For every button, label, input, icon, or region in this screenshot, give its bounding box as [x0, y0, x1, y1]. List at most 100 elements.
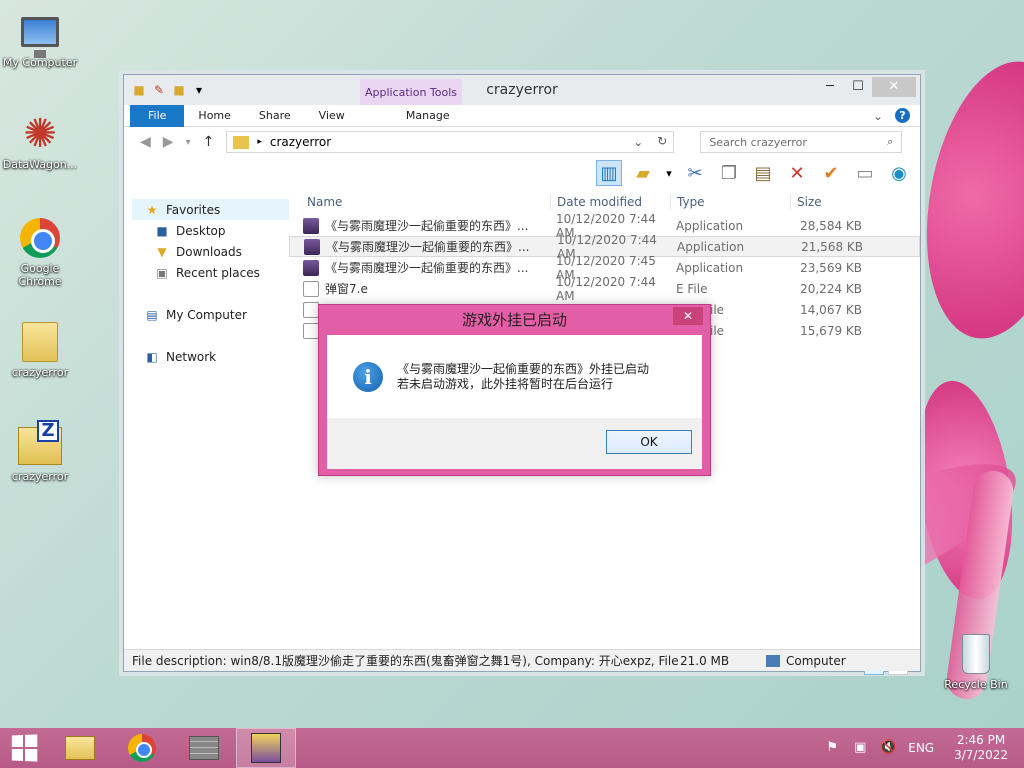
ok-button[interactable]: OK	[606, 430, 692, 454]
taskbar: ⚑ ▣ 🔇 ENG 2:46 PM 3/7/2022	[0, 728, 1024, 768]
nav-downloads[interactable]: ▼ Downloads	[124, 241, 289, 262]
taskbar-firewall-app[interactable]	[174, 728, 234, 768]
windows-logo-icon	[11, 734, 38, 762]
file-size: 21.0 MB	[680, 653, 730, 668]
application-icon	[304, 238, 320, 255]
column-size[interactable]: Size	[790, 195, 868, 209]
desktop-icon-google-chrome[interactable]: Google Chrome	[0, 216, 80, 288]
chevron-down-icon[interactable]: ⌄	[633, 135, 643, 149]
message-dialog: 游戏外挂已启动 ✕ i 《与雾雨魔理沙一起偷重要的东西》外挂已启动 若未启动游戏…	[318, 304, 711, 476]
expand-ribbon-icon[interactable]: ⌄	[873, 109, 883, 123]
network-icon: ◧	[146, 349, 158, 364]
dialog-title: 游戏外挂已启动	[461, 311, 567, 329]
dialog-message-line: 若未启动游戏，此外挂将暂时在后台运行	[397, 376, 614, 391]
recycle-bin-icon	[962, 634, 990, 674]
column-name[interactable]: Name	[289, 195, 550, 209]
dialog-title-bar[interactable]: 游戏外挂已启动 ✕	[327, 305, 703, 335]
back-button[interactable]: ◀	[140, 134, 151, 150]
delete-button[interactable]: ✕	[784, 160, 810, 186]
table-row[interactable]: 弹窗7.e 10/12/2020 7:44 AM E File 20,224 K…	[289, 275, 920, 303]
input-language[interactable]: ENG	[908, 741, 934, 755]
chevron-right-icon[interactable]: ▸	[257, 137, 262, 147]
wallpaper-flower-petal	[906, 49, 1024, 351]
close-button[interactable]: ✕	[872, 77, 916, 97]
search-box[interactable]: Search crazyerror ⌕	[700, 131, 903, 153]
column-type[interactable]: Type	[670, 195, 790, 209]
command-toolbar: ▥ ▰ ▾ ✂ ❐ ▤ ✕ ✔ ▭ ◉	[124, 157, 920, 189]
desktop-icon-crazyerror-folder[interactable]: crazyerror	[0, 320, 80, 379]
volume-muted-icon[interactable]: 🔇	[880, 740, 896, 756]
tab-share[interactable]: Share	[245, 105, 305, 127]
desktop-icon-my-computer[interactable]: My Computer	[0, 10, 80, 69]
help-button[interactable]: ?	[895, 108, 910, 123]
tab-home[interactable]: Home	[184, 105, 244, 127]
desktop-icon-crazyerror-archive[interactable]: Z crazyerror	[0, 420, 80, 483]
network-globe-icon[interactable]: ◉	[886, 160, 912, 186]
maximize-button[interactable]: ☐	[844, 77, 872, 97]
forward-button[interactable]: ▶	[163, 134, 174, 150]
dialog-body: i 《与雾雨魔理沙一起偷重要的东西》外挂已启动 若未启动游戏，此外挂将暂时在后台…	[327, 335, 702, 418]
desktop-icon-datawagon[interactable]: ✺ DataWagon...	[0, 112, 80, 171]
search-placeholder: Search crazyerror	[709, 135, 807, 149]
taskbar-game-app[interactable]	[236, 728, 296, 768]
desktop-icon: ■	[156, 223, 168, 238]
tab-manage[interactable]: Manage	[377, 105, 479, 127]
search-icon[interactable]: ⌕	[887, 135, 893, 149]
taskbar-chrome[interactable]	[112, 728, 172, 768]
address-path[interactable]: crazyerror	[270, 135, 331, 149]
window-controls: ─ ☐ ✕	[816, 77, 916, 97]
recent-locations-button[interactable]: ▾	[186, 137, 191, 148]
nav-my-computer[interactable]: ▤ My Computer	[124, 304, 289, 325]
system-tray: ⚑ ▣ 🔇 ENG 2:46 PM 3/7/2022	[824, 728, 1008, 768]
start-button[interactable]	[0, 728, 48, 768]
recent-places-icon: ▣	[156, 265, 168, 280]
rename-button[interactable]: ✔	[818, 160, 844, 186]
minimize-button[interactable]: ─	[816, 77, 844, 97]
desktop-icon-label: Recycle Bin	[944, 678, 1008, 691]
new-folder-button[interactable]: ▰	[630, 160, 656, 186]
title-bar[interactable]: ■ ✎ ■ ▾ Application Tools crazyerror ─ ☐…	[124, 75, 920, 105]
chrome-icon	[128, 734, 156, 762]
refresh-icon[interactable]: ↻	[657, 134, 667, 148]
address-bar[interactable]: ▸ crazyerror ⌄ ↻	[226, 131, 675, 153]
properties-button[interactable]: ▭	[852, 160, 878, 186]
dialog-message: 《与雾雨魔理沙一起偷重要的东西》外挂已启动 若未启动游戏，此外挂将暂时在后台运行	[397, 362, 649, 392]
address-row: ◀ ▶ ▾ ↑ ▸ crazyerror ⌄ ↻ Search crazyerr…	[124, 127, 920, 157]
star-icon: ★	[146, 202, 158, 217]
folder-icon	[233, 135, 250, 149]
nav-label: Favorites	[166, 202, 221, 217]
cut-button[interactable]: ✂	[682, 160, 708, 186]
nav-network[interactable]: ◧ Network	[124, 346, 289, 367]
clock-time: 2:46 PM	[956, 733, 1006, 747]
nav-recent-places[interactable]: ▣ Recent places	[124, 262, 289, 283]
dialog-footer: OK	[327, 418, 702, 469]
chevron-down-icon[interactable]: ▾	[664, 160, 674, 186]
nav-label: Downloads	[176, 244, 242, 259]
nav-label: Network	[166, 349, 217, 364]
details-bar: File description: win8/8.1版魔理沙偷走了重要的东西(鬼…	[124, 649, 920, 671]
tab-file[interactable]: File	[130, 104, 185, 127]
preview-pane-button[interactable]: ▥	[596, 160, 622, 186]
copy-button[interactable]: ❐	[716, 160, 742, 186]
dialog-close-button[interactable]: ✕	[673, 307, 703, 325]
zip-archive-icon: Z	[18, 420, 62, 465]
info-icon: i	[353, 361, 383, 392]
desktop-icon-label: Google Chrome	[18, 262, 62, 288]
file-description: File description: win8/8.1版魔理沙偷走了重要的东西(鬼…	[132, 654, 680, 668]
nav-desktop[interactable]: ■ Desktop	[124, 220, 289, 241]
computer-icon: ▤	[146, 307, 158, 322]
tab-view[interactable]: View	[305, 105, 359, 127]
file-icon	[303, 280, 319, 297]
taskbar-file-explorer[interactable]	[50, 728, 110, 768]
nav-favorites[interactable]: ★ Favorites	[132, 199, 289, 220]
column-date-modified[interactable]: Date modified	[550, 195, 670, 209]
clock[interactable]: 2:46 PM 3/7/2022	[954, 733, 1008, 763]
action-center-flag-icon[interactable]: ⚑	[824, 740, 840, 756]
chrome-icon	[20, 218, 60, 258]
network-icon[interactable]: ▣	[852, 740, 868, 756]
desktop-icon-recycle-bin[interactable]: Recycle Bin	[936, 632, 1016, 691]
paste-button[interactable]: ▤	[750, 160, 776, 186]
window-title: crazyerror	[486, 82, 558, 98]
up-button[interactable]: ↑	[203, 134, 215, 150]
application-icon	[303, 259, 319, 276]
